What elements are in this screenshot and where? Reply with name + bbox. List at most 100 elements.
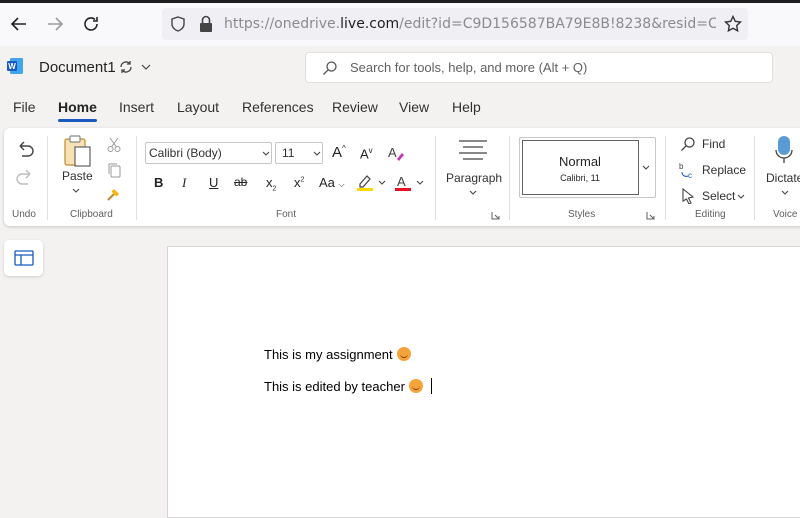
document-line[interactable]: This is my assignment	[264, 347, 411, 362]
tab-home-underline	[58, 119, 97, 122]
styles-group-label: Styles	[568, 209, 596, 220]
subscript-button[interactable]: x2	[266, 175, 276, 193]
format-painter-icon[interactable]	[106, 186, 122, 202]
svg-text:A: A	[397, 174, 406, 189]
dialog-launcher-icon[interactable]	[491, 211, 500, 220]
style-name: Normal	[559, 154, 601, 169]
document-title[interactable]: Document1	[39, 59, 116, 76]
select-button[interactable]: Select	[702, 189, 735, 203]
smiling-face-emoji-icon	[408, 379, 423, 393]
svg-text:A: A	[388, 145, 397, 160]
superscript-button[interactable]: x2	[294, 175, 304, 190]
chevron-down-icon[interactable]	[469, 190, 477, 196]
shield-icon	[171, 16, 185, 32]
styles-gallery: Normal Calibri, 11	[519, 137, 656, 198]
microphone-icon[interactable]	[774, 135, 794, 165]
tab-help[interactable]: Help	[452, 99, 481, 115]
app-title-bar: W Document1 Search for tools, help, and …	[0, 46, 800, 90]
font-size-value: 11	[282, 146, 295, 160]
style-normal-card[interactable]: Normal Calibri, 11	[522, 140, 639, 195]
browser-toolbar: https://onedrive.live.com/edit?id=C9D156…	[0, 0, 800, 46]
replace-icon[interactable]: bc	[679, 161, 697, 179]
document-line[interactable]: This is edited by teacher	[264, 378, 432, 394]
font-name-dropdown[interactable]: Calibri (Body)	[145, 142, 272, 164]
search-icon	[323, 61, 337, 75]
dialog-launcher-icon[interactable]	[646, 211, 655, 220]
arrow-left-icon	[10, 17, 26, 31]
replace-button[interactable]: Replace	[702, 163, 746, 177]
sync-icon[interactable]	[118, 59, 134, 75]
divider	[665, 136, 666, 220]
search-box[interactable]: Search for tools, help, and more (Alt + …	[305, 52, 773, 83]
highlight-color-bar	[357, 188, 373, 191]
copy-icon[interactable]	[106, 162, 122, 178]
grow-font-button[interactable]: A^	[332, 144, 346, 161]
bold-button[interactable]: B	[154, 175, 163, 190]
tab-layout[interactable]: Layout	[177, 99, 219, 115]
chevron-down-icon[interactable]	[781, 190, 789, 196]
address-bar[interactable]: https://onedrive.live.com/edit?id=C9D156…	[162, 8, 748, 40]
chevron-down-icon[interactable]	[737, 194, 745, 200]
editing-group-label: Editing	[695, 209, 726, 220]
star-icon[interactable]	[724, 15, 742, 33]
paste-icon[interactable]	[62, 134, 94, 168]
undo-group-label: Undo	[12, 209, 36, 220]
divider	[47, 136, 48, 220]
clipboard-group-label: Clipboard	[70, 209, 113, 220]
chevron-down-icon[interactable]	[642, 165, 650, 171]
forward-button[interactable]	[43, 12, 67, 36]
lock-icon	[200, 15, 212, 32]
cut-icon[interactable]	[106, 137, 122, 153]
paragraph-icon[interactable]	[458, 139, 488, 163]
chevron-down-icon[interactable]	[72, 188, 80, 194]
underline-button[interactable]: U	[209, 175, 218, 190]
chevron-down-icon	[313, 151, 321, 156]
svg-text:b: b	[679, 162, 684, 171]
paste-label[interactable]: Paste	[62, 169, 93, 183]
font-color-icon[interactable]: A	[394, 173, 412, 191]
find-icon[interactable]	[680, 136, 696, 152]
svg-text:W: W	[8, 62, 16, 71]
chevron-down-icon[interactable]	[378, 180, 386, 186]
smiling-face-emoji-icon	[396, 347, 411, 361]
cursor-arrow-icon[interactable]	[681, 188, 695, 204]
chevron-down-icon	[262, 151, 270, 156]
back-button[interactable]	[7, 12, 31, 36]
style-detail: Calibri, 11	[560, 173, 600, 183]
navigation-pane-button[interactable]	[4, 240, 43, 276]
document-page[interactable]: This is my assignment This is edited by …	[167, 246, 800, 518]
navigation-pane-icon	[14, 250, 34, 266]
undo-icon[interactable]	[15, 141, 35, 159]
search-placeholder: Search for tools, help, and more (Alt + …	[350, 60, 588, 75]
reload-button[interactable]	[79, 12, 103, 36]
reload-icon	[84, 17, 98, 31]
divider	[509, 136, 510, 220]
clear-formatting-icon[interactable]: A	[387, 144, 405, 162]
strikethrough-button[interactable]: ab	[234, 175, 247, 189]
voice-group-label: Voice	[773, 209, 798, 220]
font-size-dropdown[interactable]: 11	[275, 142, 323, 164]
chevron-down-icon[interactable]	[141, 63, 151, 71]
word-logo-icon[interactable]: W	[6, 57, 24, 75]
font-color-bar	[395, 188, 411, 191]
tab-review[interactable]: Review	[332, 99, 378, 115]
tab-home[interactable]: Home	[58, 99, 97, 115]
highlight-icon[interactable]	[356, 173, 374, 191]
find-button[interactable]: Find	[702, 137, 725, 151]
text-cursor	[430, 378, 432, 394]
shrink-font-button[interactable]: Av	[360, 146, 373, 161]
tab-file[interactable]: File	[13, 99, 36, 115]
tab-references[interactable]: References	[242, 99, 314, 115]
change-case-button[interactable]: Aa ⌵	[319, 175, 345, 190]
italic-button[interactable]: I	[182, 175, 186, 191]
dictate-button[interactable]: Dictate	[766, 171, 800, 185]
redo-icon[interactable]	[15, 169, 35, 187]
tab-view[interactable]: View	[399, 99, 429, 115]
paragraph-button-label[interactable]: Paragraph	[446, 171, 502, 185]
tab-insert[interactable]: Insert	[119, 99, 154, 115]
divider	[754, 136, 755, 220]
chevron-down-icon[interactable]	[416, 180, 424, 186]
font-group-label: Font	[276, 209, 297, 220]
url-text: https://onedrive.live.com/edit?id=C9D156…	[224, 16, 716, 32]
svg-text:c: c	[688, 171, 692, 179]
